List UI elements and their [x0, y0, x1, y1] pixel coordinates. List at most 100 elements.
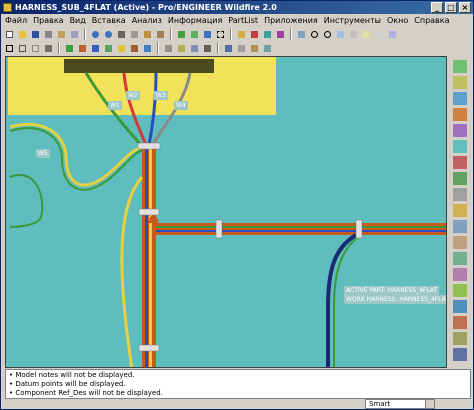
copy-icon[interactable] — [128, 28, 140, 40]
trim-icon[interactable] — [453, 332, 467, 345]
pattern-icon[interactable] — [453, 284, 467, 297]
harness-clip — [137, 142, 161, 150]
zoom-out-icon[interactable] — [321, 28, 333, 40]
menu-applications[interactable]: Приложения — [264, 16, 318, 25]
menu-analysis[interactable]: Анализ — [132, 16, 162, 25]
new-file-icon[interactable] — [3, 28, 15, 40]
saved-views-icon[interactable] — [360, 28, 372, 40]
graphics-viewport[interactable]: W1 W2 W3 W4 W5 ACTIVE PART: HARNESS_4FLA… — [5, 56, 447, 368]
menu-view[interactable]: Вид — [70, 16, 86, 25]
round-icon[interactable] — [453, 252, 467, 265]
menu-insert[interactable]: Вставка — [92, 16, 126, 25]
toolbar-separator — [58, 42, 60, 54]
dropdown-arrow-icon[interactable] — [201, 42, 213, 54]
menu-info[interactable]: Информация — [168, 16, 222, 25]
extrude-icon[interactable] — [235, 42, 247, 54]
app-icon — [3, 3, 12, 12]
harness-icon[interactable] — [76, 42, 88, 54]
sketch-icon[interactable] — [453, 140, 467, 153]
maximize-button[interactable]: □ — [445, 2, 457, 13]
routing-icon[interactable] — [141, 42, 153, 54]
wireframe-icon[interactable] — [3, 42, 15, 54]
sketch-icon[interactable] — [222, 42, 234, 54]
draft-icon[interactable] — [453, 236, 467, 249]
hidden-line-icon[interactable] — [16, 42, 28, 54]
title-bar: HARNESS_SUB_4FLAT (Active) - Pro/ENGINEE… — [1, 1, 473, 14]
zoom-in-icon[interactable] — [308, 28, 320, 40]
view-manager-icon[interactable] — [386, 28, 398, 40]
mirror-icon[interactable] — [453, 300, 467, 313]
repaint-icon[interactable] — [295, 28, 307, 40]
wire-icon[interactable] — [89, 42, 101, 54]
coordinate-systems-icon[interactable] — [274, 28, 286, 40]
analysis-icon[interactable] — [175, 42, 187, 54]
save-icon[interactable] — [29, 28, 41, 40]
cable-icon[interactable] — [102, 42, 114, 54]
shading-icon[interactable] — [42, 42, 54, 54]
datum-axes-icon[interactable] — [248, 28, 260, 40]
bundle-h-wire-blue — [156, 230, 446, 232]
hole-icon[interactable] — [453, 188, 467, 201]
no-hidden-icon[interactable] — [29, 42, 41, 54]
search-icon[interactable] — [201, 28, 213, 40]
selection-filter-select[interactable]: Smart — [365, 399, 435, 409]
merge-icon[interactable] — [453, 316, 467, 329]
measure-icon[interactable] — [162, 42, 174, 54]
bundle-bend — [149, 215, 159, 225]
undo-icon[interactable] — [89, 28, 101, 40]
datum-curve-icon[interactable] — [453, 92, 467, 105]
menu-partlist[interactable]: PartList — [228, 16, 258, 25]
print-icon[interactable] — [42, 28, 54, 40]
regen-manager-icon[interactable] — [188, 28, 200, 40]
chamfer-icon[interactable] — [453, 268, 467, 281]
spool-icon[interactable] — [128, 42, 140, 54]
reorient-icon[interactable] — [347, 28, 359, 40]
datum-axis-icon[interactable] — [453, 76, 467, 89]
wire-lower-loop — [9, 174, 44, 228]
model-tree-icon[interactable] — [63, 42, 75, 54]
menu-tools[interactable]: Инструменты — [324, 16, 381, 25]
revolve-icon[interactable] — [453, 172, 467, 185]
datum-plane-icon[interactable] — [453, 60, 467, 73]
datum-points-icon[interactable] — [261, 28, 273, 40]
display-toolbar — [3, 41, 471, 55]
redo-icon[interactable] — [102, 28, 114, 40]
menu-edit[interactable]: Правка — [33, 16, 63, 25]
paste-icon[interactable] — [141, 28, 153, 40]
toolbar-separator — [230, 28, 232, 40]
connector-icon[interactable] — [115, 42, 127, 54]
close-button[interactable]: × — [459, 2, 471, 13]
extrude-icon[interactable] — [453, 156, 467, 169]
connector-terminal-strip — [64, 59, 214, 73]
mirror-icon[interactable] — [261, 42, 273, 54]
email-icon[interactable] — [55, 28, 67, 40]
refit-icon[interactable] — [334, 28, 346, 40]
shell-icon[interactable] — [453, 204, 467, 217]
coordinate-system-icon[interactable] — [453, 124, 467, 137]
select-box-icon[interactable] — [214, 28, 226, 40]
params-icon[interactable] — [188, 42, 200, 54]
menu-file[interactable]: Файл — [5, 16, 27, 25]
menu-help[interactable]: Справка — [414, 16, 449, 25]
chevron-down-icon[interactable] — [425, 400, 434, 408]
bundle-wire-yellow — [149, 145, 152, 367]
open-folder-icon[interactable] — [16, 28, 28, 40]
harness-clip — [138, 208, 160, 216]
wire-yellow-down — [120, 176, 144, 367]
layers-icon[interactable] — [373, 28, 385, 40]
rib-icon[interactable] — [453, 220, 467, 233]
menu-window[interactable]: Окно — [387, 16, 408, 25]
main-toolbar — [3, 27, 471, 41]
paste-special-icon[interactable] — [154, 28, 166, 40]
filter-value: Smart — [369, 400, 391, 408]
email-link-icon[interactable] — [68, 28, 80, 40]
cut-icon[interactable] — [115, 28, 127, 40]
minimize-button[interactable]: _ — [431, 2, 443, 13]
harness-clip — [355, 219, 363, 239]
revolve-icon[interactable] — [248, 42, 260, 54]
datum-planes-icon[interactable] — [235, 28, 247, 40]
bundle-h-wire-green — [156, 226, 446, 228]
extend-icon[interactable] — [453, 348, 467, 361]
datum-point-icon[interactable] — [453, 108, 467, 121]
regenerate-icon[interactable] — [175, 28, 187, 40]
